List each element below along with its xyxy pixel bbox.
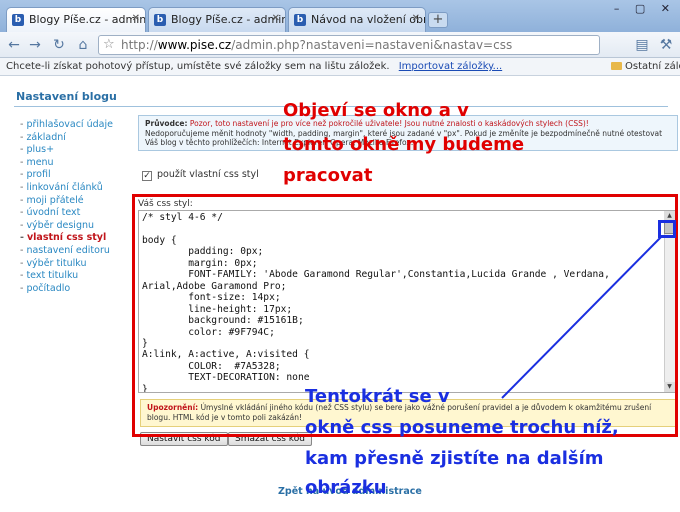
sidebar-item-label: profil bbox=[26, 169, 51, 181]
sidebar-item-label: výběr designu bbox=[26, 219, 95, 231]
sidebar-item-label: nastavení editoru bbox=[26, 244, 110, 256]
sidebar-item[interactable]: - úvodní text bbox=[20, 207, 113, 220]
annotation-bottom-line-1: Tentokrát se v bbox=[305, 386, 450, 407]
sidebar-item[interactable]: - profil bbox=[20, 169, 113, 182]
pise-favicon-icon: b bbox=[294, 14, 306, 26]
tab-blogy-admin-1[interactable]: b Blogy Píše.cz - administr… ✕ bbox=[6, 7, 146, 32]
nav-bullet: - bbox=[20, 244, 24, 256]
other-bookmarks-label: Ostatní záložky bbox=[625, 61, 680, 72]
tab-blogy-admin-2[interactable]: b Blogy Píše.cz - administr… ✕ bbox=[148, 7, 286, 32]
annotation-bottom-line-3: kam přesně zjistíte na dalším bbox=[305, 448, 604, 469]
use-css-checkbox[interactable]: ✓ použít vlastní css styl bbox=[142, 169, 259, 181]
annotation-top-line-1: Objeví se okno a v bbox=[283, 100, 469, 121]
reload-icon[interactable]: ↻ bbox=[50, 36, 68, 54]
sidebar-item-label: výběr titulku bbox=[26, 257, 87, 269]
nav-bullet: - bbox=[20, 131, 24, 143]
guide-lead: Průvodce: bbox=[145, 119, 188, 128]
folder-icon bbox=[611, 62, 622, 70]
annotation-top-line-2: tomto okně my budeme bbox=[283, 134, 525, 155]
pise-favicon-icon: b bbox=[12, 14, 24, 26]
nav-bullet: - bbox=[20, 207, 24, 219]
use-css-label: použít vlastní css styl bbox=[157, 169, 259, 180]
import-bookmarks-link[interactable]: Importovat záložky... bbox=[399, 61, 502, 72]
page-menu-icon[interactable]: ▤ bbox=[633, 36, 651, 54]
close-icon[interactable]: ✕ bbox=[132, 13, 140, 24]
forward-arrow-icon[interactable]: → bbox=[26, 36, 44, 54]
annotation-bottom-line-2: okně css posuneme trochu níž, bbox=[305, 417, 619, 438]
nav-bullet: - bbox=[20, 270, 24, 282]
sidebar-item[interactable]: - základní bbox=[20, 132, 113, 145]
sidebar-item-label: linkování článků bbox=[26, 181, 103, 193]
url-host: www.pise.cz bbox=[157, 38, 232, 52]
back-arrow-icon[interactable]: ← bbox=[5, 36, 23, 54]
nav-bullet: - bbox=[20, 181, 24, 193]
address-bar[interactable]: ☆ http://www.pise.cz/admin.php?nastaveni… bbox=[98, 35, 600, 55]
tab-strip: b Blogy Píše.cz - administr… ✕ b Blogy P… bbox=[0, 0, 680, 32]
bookmark-prompt: Chcete-li získat pohotový přístup, umíst… bbox=[6, 61, 390, 72]
nav-bullet: - bbox=[20, 119, 24, 130]
sidebar-item[interactable]: - plus+ bbox=[20, 144, 113, 157]
star-icon[interactable]: ☆ bbox=[103, 36, 115, 54]
sidebar-item[interactable]: - menu bbox=[20, 157, 113, 170]
nav-bullet: - bbox=[20, 232, 24, 244]
sidebar-item-label: menu bbox=[26, 156, 54, 168]
sidebar-item[interactable]: - nastavení editoru bbox=[20, 245, 113, 258]
window-controls[interactable]: – ▢ ✕ bbox=[614, 2, 676, 15]
highlight-scroll-marker bbox=[658, 220, 676, 238]
home-icon[interactable]: ⌂ bbox=[74, 36, 92, 54]
sidebar-item[interactable]: - vlastní css styl bbox=[20, 232, 113, 245]
settings-nav: - přihlašovací údaje - základní - plus+ - menu -… bbox=[20, 119, 113, 295]
other-bookmarks-button[interactable]: Ostatní záložky bbox=[611, 58, 680, 75]
sidebar-item[interactable]: - moji přátelé bbox=[20, 195, 113, 208]
wrench-icon[interactable]: ⚒ bbox=[657, 36, 675, 54]
nav-bullet: - bbox=[20, 156, 24, 168]
tab-title: Návod na vložení obrázk… bbox=[311, 13, 426, 26]
sidebar-item-label: počítadlo bbox=[26, 282, 71, 294]
sidebar-item-label: přihlašovací údaje bbox=[26, 119, 113, 130]
sidebar-item[interactable]: - linkování článků bbox=[20, 182, 113, 195]
bookmarks-bar: Chcete-li získat pohotový přístup, umíst… bbox=[0, 58, 680, 76]
new-tab-button[interactable]: + bbox=[428, 12, 448, 28]
sidebar-item-label: základní bbox=[26, 131, 66, 143]
close-icon[interactable]: ✕ bbox=[412, 13, 420, 24]
nav-bullet: - bbox=[20, 194, 24, 206]
close-icon[interactable]: ✕ bbox=[272, 13, 280, 24]
annotation-top-line-3: pracovat bbox=[283, 165, 373, 186]
nav-bullet: - bbox=[20, 144, 24, 156]
annotation-bottom-line-4: obrázku bbox=[305, 477, 387, 498]
sidebar-item-label: úvodní text bbox=[26, 207, 81, 219]
nav-bullet: - bbox=[20, 282, 24, 294]
url-path: /admin.php?nastaveni=nastaveni&nastav=cs… bbox=[231, 38, 513, 52]
sidebar-item-label: text titulku bbox=[26, 270, 79, 282]
sidebar-item-label: moji přátelé bbox=[26, 194, 84, 206]
nav-bullet: - bbox=[20, 257, 24, 269]
url-scheme: http:// bbox=[121, 38, 158, 52]
tab-title: Blogy Píše.cz - administr… bbox=[29, 13, 146, 26]
sidebar-item-label: plus+ bbox=[26, 144, 55, 156]
sidebar-item[interactable]: - text titulku bbox=[20, 270, 113, 283]
page-title: Nastavení blogu bbox=[16, 90, 117, 103]
sidebar-item[interactable]: - počítadlo bbox=[20, 283, 113, 296]
sidebar-item-label: vlastní css styl bbox=[26, 232, 107, 244]
nav-bullet: - bbox=[20, 219, 24, 231]
sidebar-item[interactable]: - výběr designu bbox=[20, 220, 113, 233]
tab-title: Blogy Píše.cz - administr… bbox=[171, 13, 286, 26]
checkbox-checked-icon[interactable]: ✓ bbox=[142, 171, 152, 181]
nav-bullet: - bbox=[20, 169, 24, 181]
pise-favicon-icon: b bbox=[154, 14, 166, 26]
tab-navod[interactable]: b Návod na vložení obrázk… ✕ bbox=[288, 7, 426, 32]
browser-toolbar: ← → ↻ ⌂ ☆ http://www.pise.cz/admin.php?n… bbox=[0, 32, 680, 58]
sidebar-item[interactable]: - přihlašovací údaje bbox=[20, 119, 113, 132]
sidebar-item[interactable]: - výběr titulku bbox=[20, 258, 113, 271]
